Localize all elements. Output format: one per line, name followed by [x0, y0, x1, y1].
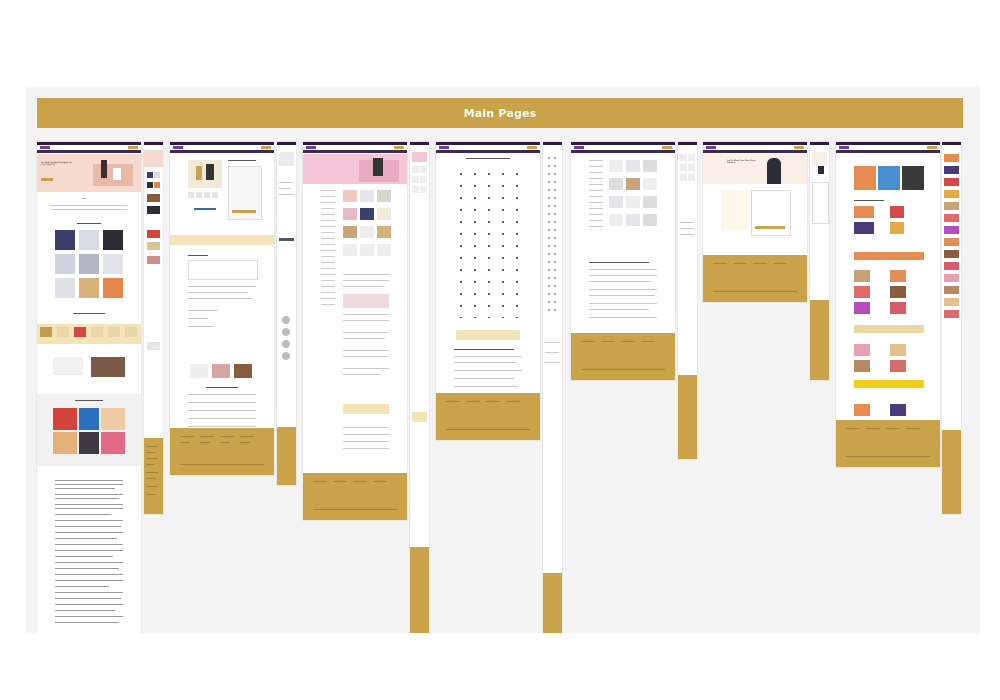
product-tile	[79, 254, 99, 274]
frame-industries-page-mobile[interactable]	[543, 142, 562, 633]
frame-home-page-mobile[interactable]	[144, 142, 163, 514]
section-title: Main Pages	[463, 106, 537, 120]
quote-stats	[721, 190, 747, 230]
hero-section: Get High-Quality Packaging You Can Count…	[37, 154, 141, 192]
product-image	[188, 160, 222, 188]
product-tile	[103, 230, 123, 250]
footer	[144, 438, 163, 514]
industries-strip	[37, 324, 141, 344]
frame-subnav	[37, 150, 141, 153]
product-tile	[79, 230, 99, 250]
frame-shop-page[interactable]	[571, 142, 675, 380]
product-tile	[103, 278, 123, 298]
industry-icon-grid	[454, 168, 524, 318]
hero-button	[41, 178, 53, 181]
frame-blog-page[interactable]	[836, 142, 940, 467]
frame-blog-page-mobile[interactable]	[942, 142, 961, 514]
frame-quote-page[interactable]: Let Us Make Your Next Order Flawless	[703, 142, 807, 302]
promo-banner	[854, 325, 924, 333]
section-banner: Main Pages	[37, 98, 963, 128]
frame-home-page[interactable]: Get High-Quality Packaging You Can Count…	[37, 142, 141, 633]
frame-category-page-mobile[interactable]	[410, 142, 429, 633]
category-sidebar	[321, 190, 337, 340]
footer	[170, 428, 274, 475]
product-tile	[55, 254, 75, 274]
promo-banner	[854, 380, 924, 388]
frame-product-detail-page-mobile[interactable]	[277, 142, 296, 485]
hero-text: Let Us Make Your Next Order Flawless	[727, 160, 756, 164]
cta-band	[343, 404, 389, 414]
frame-product-detail-page[interactable]	[170, 142, 274, 475]
product-tile	[55, 230, 75, 250]
promo-banner	[854, 252, 924, 260]
frame-shop-page-mobile[interactable]	[678, 142, 697, 459]
category-hero	[303, 154, 407, 184]
hero-text: Get High-Quality Packaging You Can Count…	[41, 162, 73, 166]
frame-industries-page[interactable]	[436, 142, 540, 440]
product-tile	[79, 278, 99, 298]
quote-form	[751, 190, 791, 236]
cta-band	[456, 330, 520, 340]
features-strip	[170, 235, 274, 245]
quote-hero: Let Us Make Your Next Order Flawless	[703, 154, 807, 184]
nav-cta-button	[128, 146, 138, 149]
inspiration-section	[37, 394, 141, 466]
frame-category-page[interactable]	[303, 142, 407, 520]
shop-sidebar	[589, 160, 605, 250]
product-tile	[103, 254, 123, 274]
design-board: Main Pages Get High-Quality Packaging Yo…	[26, 87, 980, 633]
specs-table	[188, 260, 258, 280]
frame-quote-page-mobile[interactable]	[810, 142, 829, 380]
product-tile	[55, 278, 75, 298]
logo	[40, 146, 50, 149]
